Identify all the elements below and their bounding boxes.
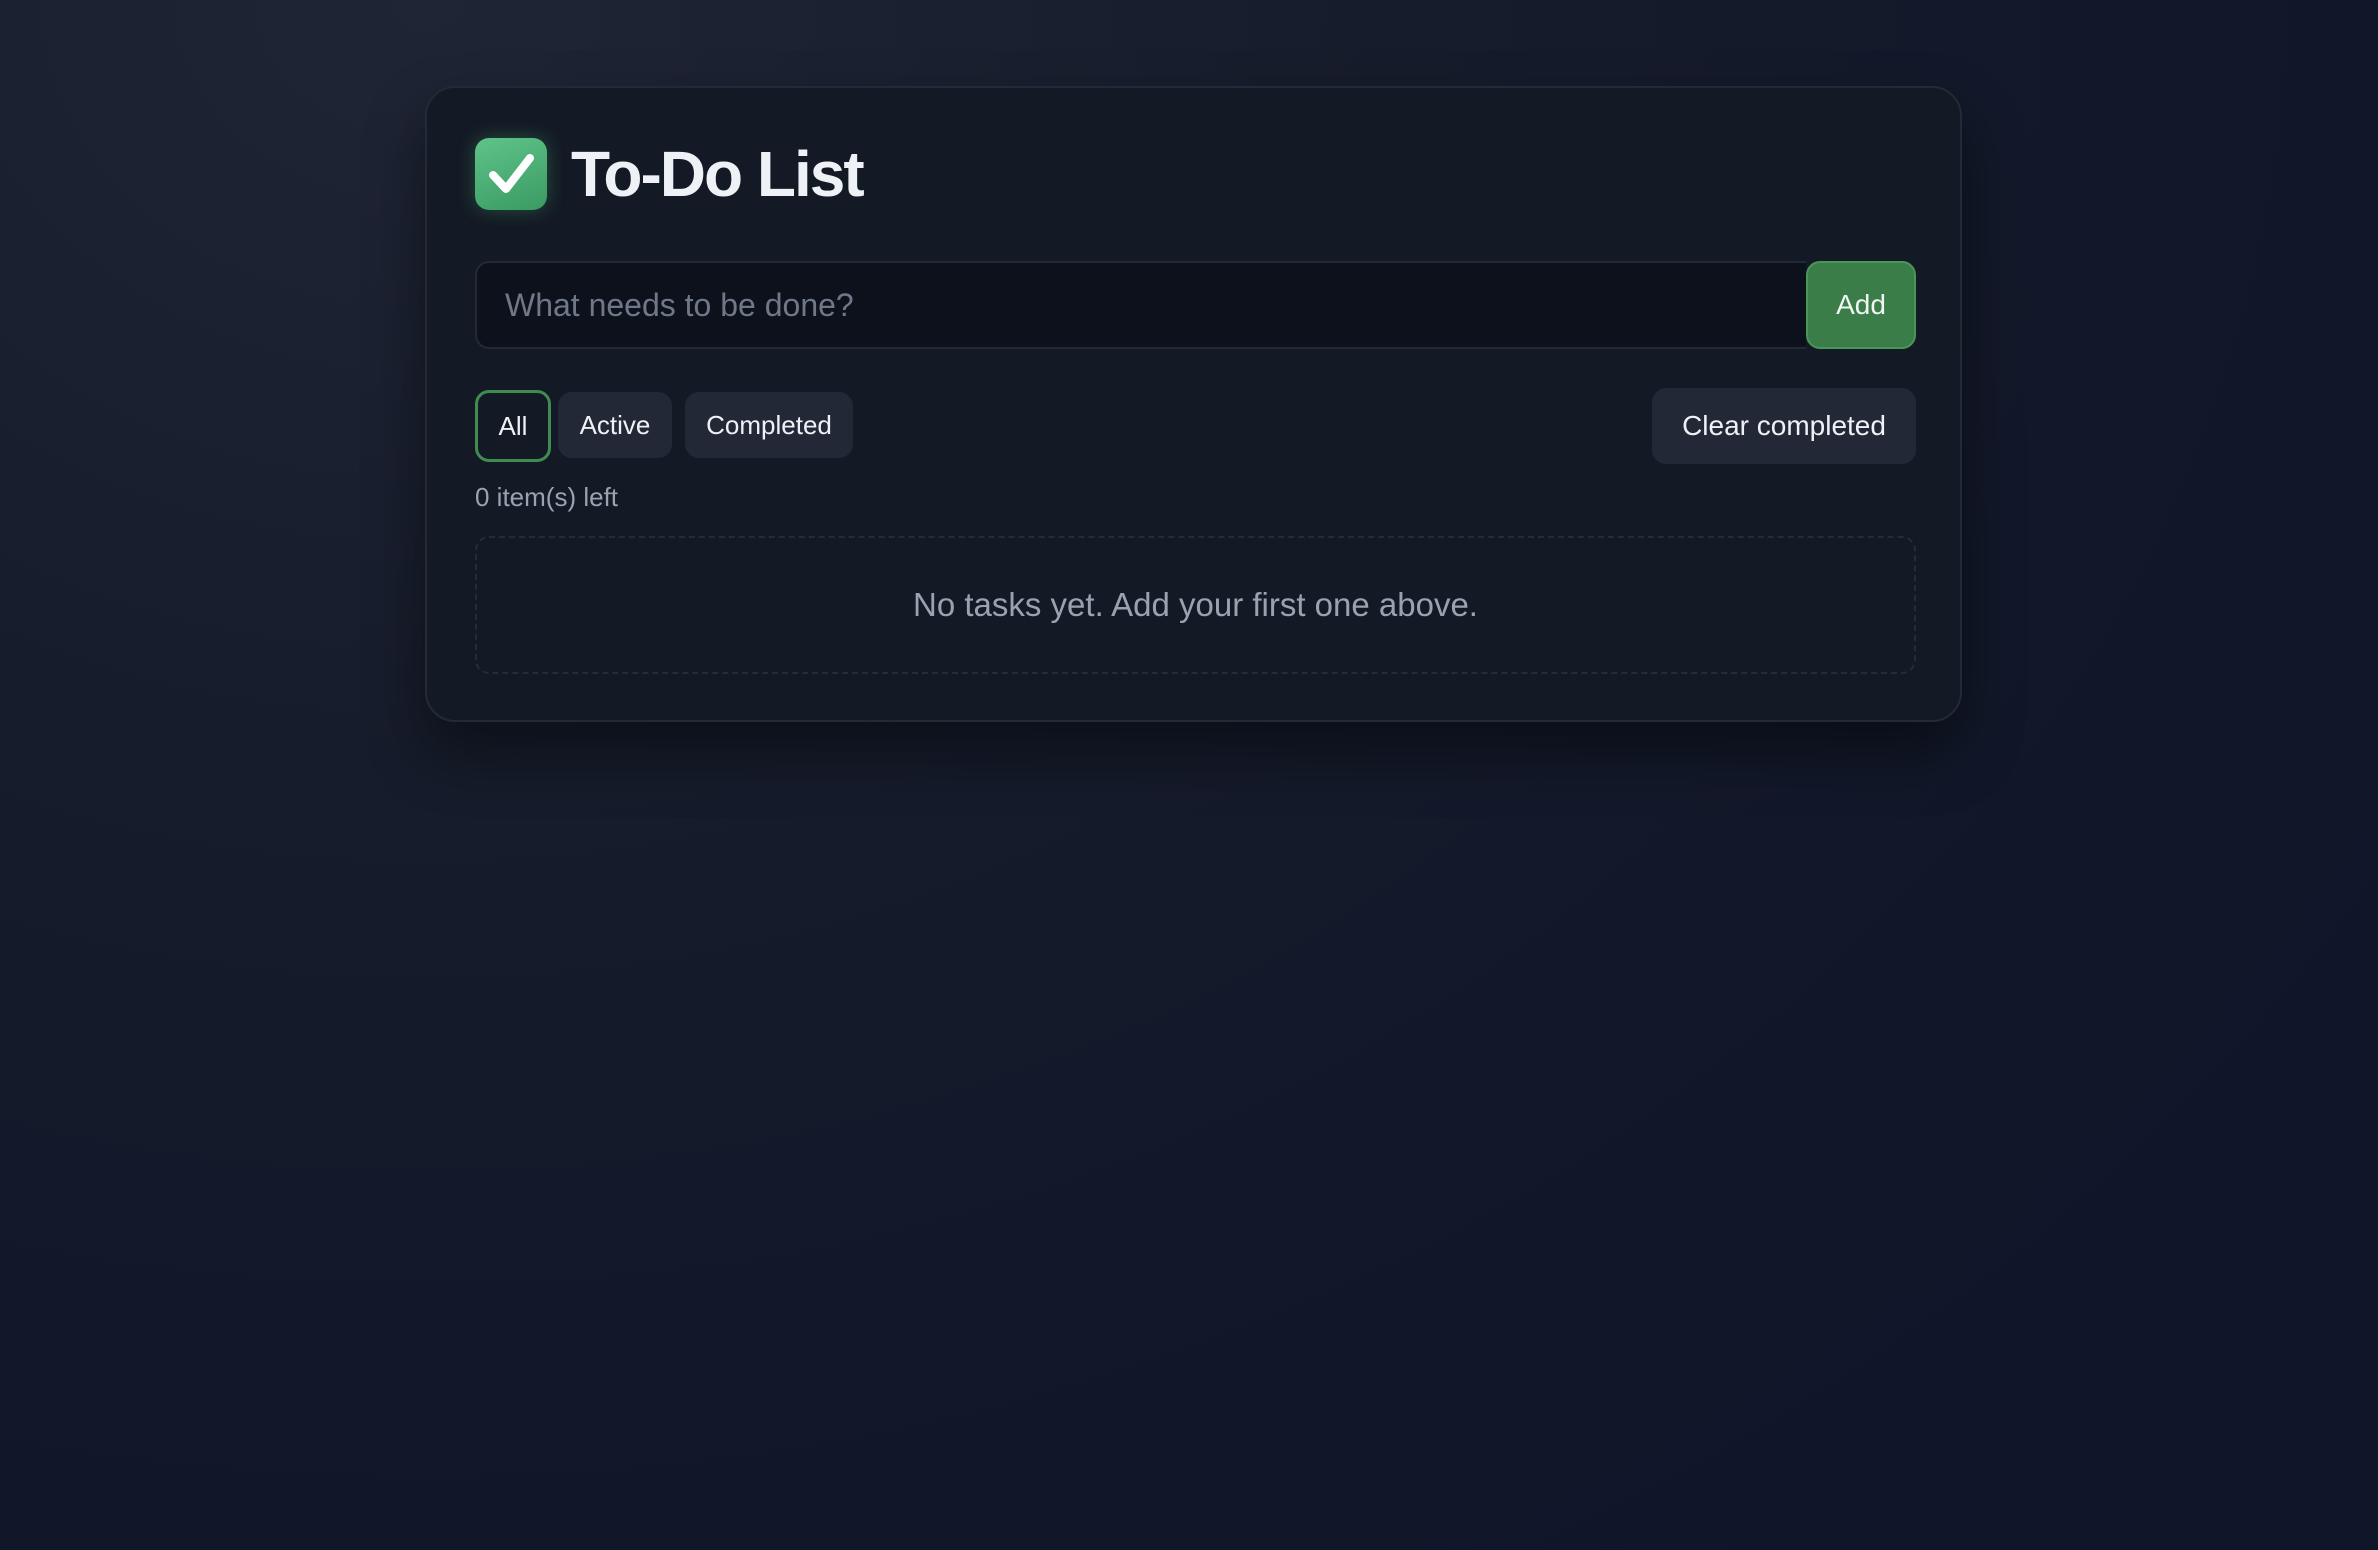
filter-bar: All Active Completed Clear completed [475,388,1916,464]
filter-active-button[interactable]: Active [558,392,672,458]
page-title: To-Do List [571,138,865,210]
check-icon [475,138,547,210]
clear-completed-button[interactable]: Clear completed [1652,388,1916,464]
empty-state: No tasks yet. Add your first one above. [475,536,1916,674]
new-todo-input[interactable] [475,261,1806,349]
empty-state-message: No tasks yet. Add your first one above. [913,586,1478,623]
new-todo-form: Add [475,261,1916,349]
app-header: To-Do List [475,138,865,210]
items-left-count: 0 item(s) left [475,482,619,512]
filter-completed-button[interactable]: Completed [685,392,853,458]
add-button[interactable]: Add [1806,261,1916,349]
todo-card: To-Do List Add All Active Completed Clea… [425,86,1962,722]
filter-all-button[interactable]: All [475,390,551,462]
